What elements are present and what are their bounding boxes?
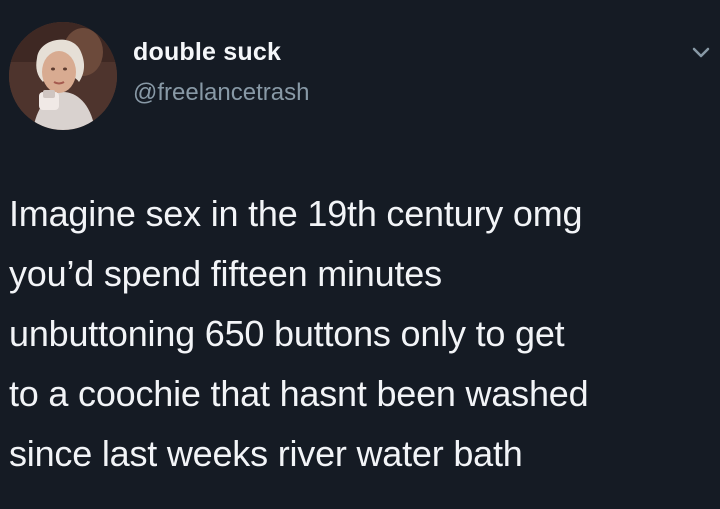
tweet-body: Imagine sex in the 19th century omg you’… xyxy=(9,184,709,484)
user-handle[interactable]: @freelancetrash xyxy=(133,79,309,107)
display-name[interactable]: double suck xyxy=(133,38,281,67)
tweet-line: Imagine sex in the 19th century omg xyxy=(9,193,583,234)
avatar-image xyxy=(9,22,117,130)
author-avatar[interactable] xyxy=(9,22,117,130)
tweet-line: to a coochie that hasnt been washed xyxy=(9,373,589,414)
tweet-line: unbuttoning 650 buttons only to get xyxy=(9,313,565,354)
chevron-down-icon[interactable] xyxy=(692,46,710,60)
tweet-line: you’d spend fifteen minutes xyxy=(9,253,442,294)
tweet-line: since last weeks river water bath xyxy=(9,433,523,474)
tweet-card: double suck @freelancetrash Imagine sex … xyxy=(0,0,720,509)
